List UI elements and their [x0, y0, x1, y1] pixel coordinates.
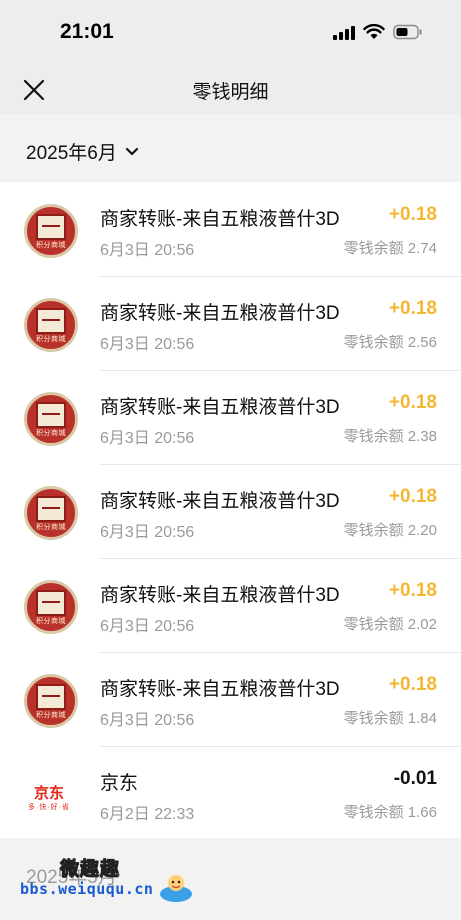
transaction-title: 商家转账-来自五粮液普什3D	[100, 397, 340, 418]
mascot-icon	[160, 875, 192, 902]
transaction-balance: 零钱余额 2.20	[343, 522, 437, 539]
transaction-row[interactable]: 积分商城 商家转账-来自五粮液普什3D 6月3日 20:56 +0.18 零钱余…	[0, 370, 461, 464]
transaction-balance: 零钱余额 2.74	[343, 240, 437, 257]
merchant-logo-icon: 积分商城	[24, 580, 78, 634]
merchant-logo-icon: 积分商城	[24, 298, 78, 352]
transaction-title: 京东	[100, 773, 139, 794]
wifi-icon	[363, 24, 385, 39]
transaction-amount: +0.18	[388, 486, 437, 507]
transaction-balance: 零钱余额 2.38	[343, 428, 437, 445]
transaction-row[interactable]: 积分商城 商家转账-来自五粮液普什3D 6月3日 20:56 +0.18 零钱余…	[0, 464, 461, 558]
transaction-title: 商家转账-来自五粮液普什3D	[100, 209, 340, 230]
transaction-time: 6月3日 20:56	[100, 242, 195, 259]
transaction-amount: +0.18	[388, 674, 437, 695]
transaction-amount: +0.18	[388, 204, 437, 225]
watermark: 微趣趣 bbs.weiququ.cn	[20, 852, 202, 908]
page-title: 零钱明细	[192, 82, 269, 103]
transaction-balance: 零钱余额 2.56	[343, 334, 437, 351]
month-label: 2025年6月	[26, 143, 117, 164]
jd-logo-icon: 京东 多·快·好·省	[24, 768, 78, 822]
merchant-logo-icon: 积分商城	[24, 204, 78, 258]
transaction-row[interactable]: 积分商城 商家转账-来自五粮液普什3D 6月3日 20:56 +0.18 零钱余…	[0, 558, 461, 652]
transaction-row[interactable]: 京东 多·快·好·省 京东 6月2日 22:33 -0.01 零钱余额 1.66	[0, 746, 461, 840]
transaction-amount: +0.18	[388, 580, 437, 601]
transaction-time: 6月2日 22:33	[100, 806, 195, 823]
signal-icon	[333, 24, 355, 40]
status-bar: 21:01	[0, 0, 461, 66]
transaction-row[interactable]: 积分商城 商家转账-来自五粮液普什3D 6月3日 20:56 +0.18 零钱余…	[0, 652, 461, 746]
transaction-title: 商家转账-来自五粮液普什3D	[100, 679, 340, 700]
transaction-time: 6月3日 20:56	[100, 712, 195, 729]
merchant-logo-icon: 积分商城	[24, 392, 78, 446]
status-icons	[333, 24, 423, 40]
transaction-row[interactable]: 积分商城 商家转账-来自五粮液普什3D 6月3日 20:56 +0.18 零钱余…	[0, 182, 461, 276]
battery-icon	[393, 24, 422, 40]
merchant-logo-icon: 积分商城	[24, 674, 78, 728]
chevron-down-icon	[125, 147, 138, 155]
transaction-time: 6月3日 20:56	[100, 430, 195, 447]
transaction-balance: 零钱余额 1.84	[343, 710, 437, 727]
transaction-row[interactable]: 积分商城 商家转账-来自五粮液普什3D 6月3日 20:56 +0.18 零钱余…	[0, 276, 461, 370]
transaction-balance: 零钱余额 1.66	[343, 804, 437, 821]
month-picker[interactable]: 2025年6月	[26, 138, 139, 165]
transaction-title: 商家转账-来自五粮液普什3D	[100, 585, 340, 606]
transaction-time: 6月3日 20:56	[100, 618, 195, 635]
transaction-balance: 零钱余额 2.02	[343, 616, 437, 633]
transaction-amount: +0.18	[388, 392, 437, 413]
transaction-time: 6月3日 20:56	[100, 524, 195, 541]
transaction-time: 6月3日 20:56	[100, 336, 195, 353]
transaction-amount: -0.01	[393, 768, 437, 789]
transaction-title: 商家转账-来自五粮液普什3D	[100, 491, 340, 512]
transaction-title: 商家转账-来自五粮液普什3D	[100, 303, 340, 324]
watermark-url: bbs.weiququ.cn	[20, 880, 154, 898]
merchant-logo-icon: 积分商城	[24, 486, 78, 540]
transaction-list: 积分商城 商家转账-来自五粮液普什3D 6月3日 20:56 +0.18 零钱余…	[0, 182, 461, 840]
transaction-amount: +0.18	[388, 298, 437, 319]
watermark-title: 微趣趣	[59, 859, 121, 881]
month-filter-bar: 2025年6月	[0, 114, 461, 182]
status-time: 21:01	[60, 20, 114, 43]
nav-bar: 零钱明细	[0, 66, 461, 114]
